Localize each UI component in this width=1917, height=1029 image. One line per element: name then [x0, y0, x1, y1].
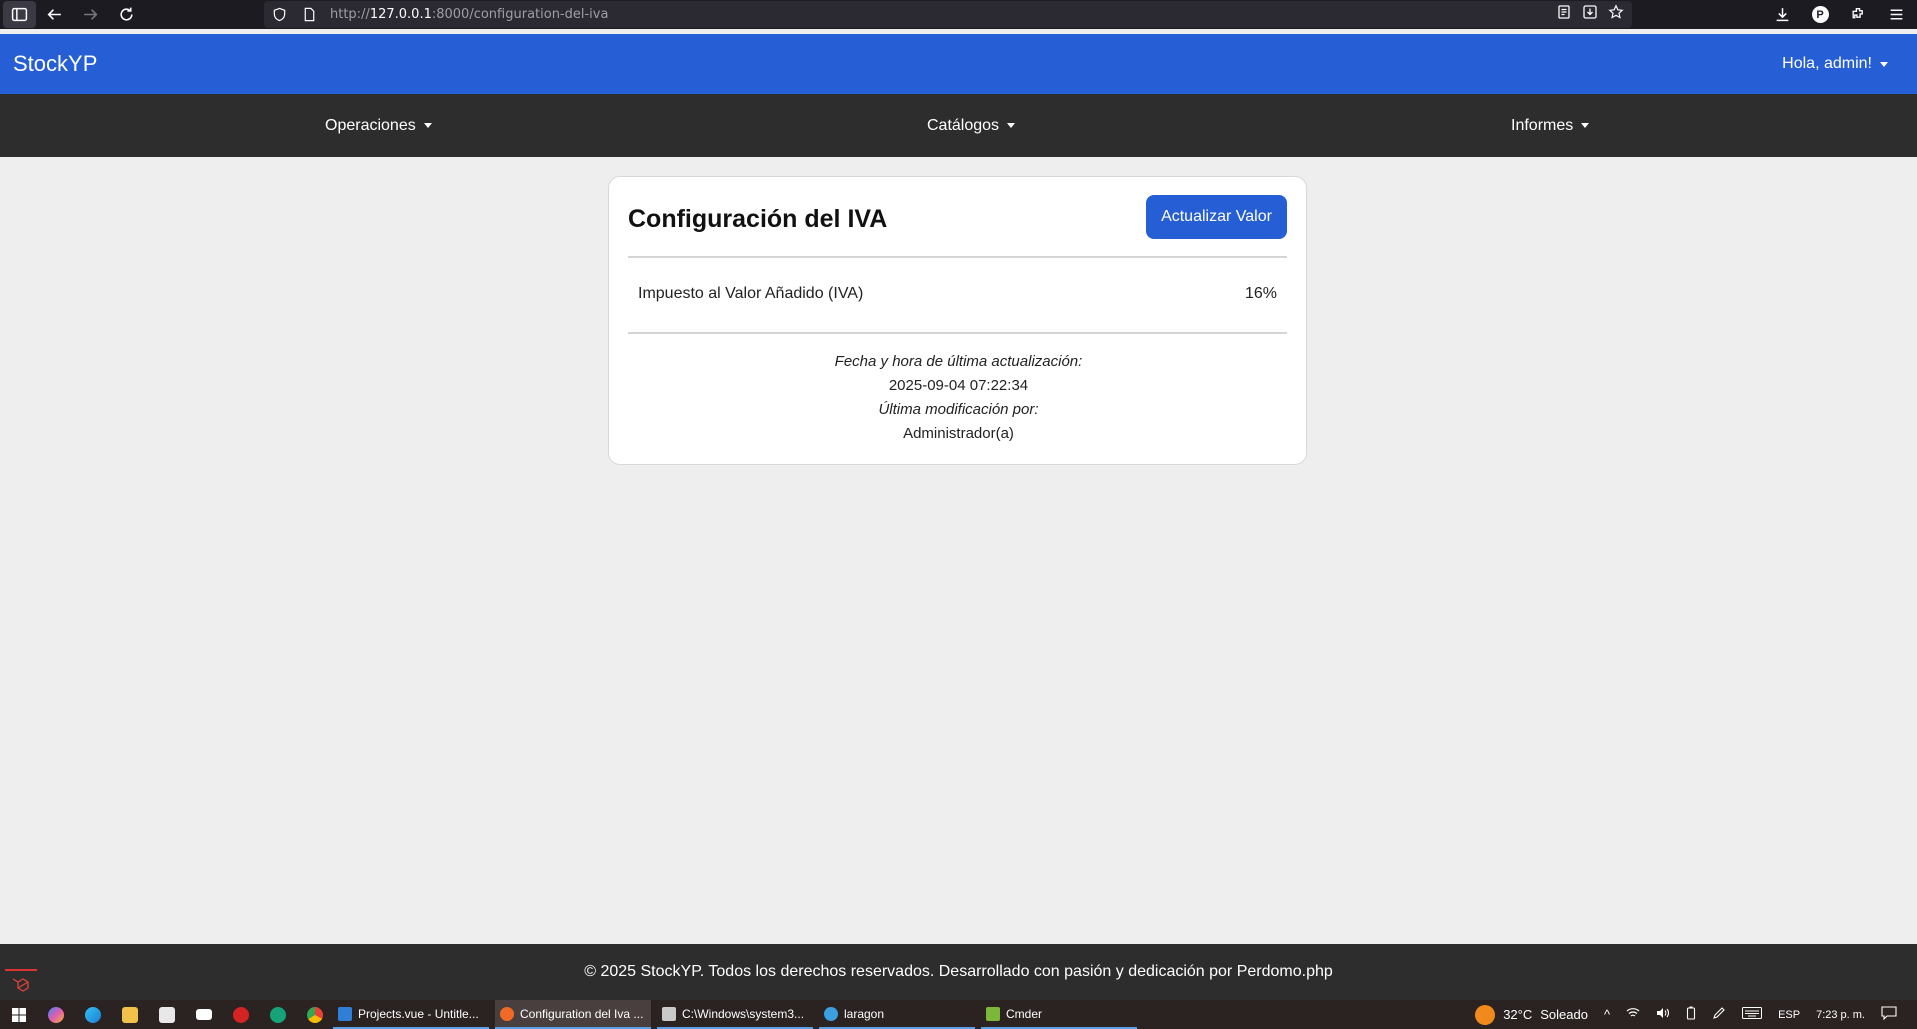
nav-catalogos-label: Catálogos: [927, 116, 1000, 134]
firefox-icon: [500, 1006, 514, 1021]
chrome-icon[interactable]: [296, 1000, 333, 1029]
volume-icon[interactable]: [1656, 1007, 1670, 1022]
downloads-icon[interactable]: [1767, 0, 1797, 29]
footer-text: © 2025 StockYP. Todos los derechos reser…: [584, 963, 1333, 980]
notifications-icon[interactable]: [1881, 1006, 1897, 1023]
taskbar-app-cmder[interactable]: Cmder: [981, 1000, 1137, 1029]
forward-icon[interactable]: [72, 0, 108, 29]
account-icon[interactable]: P: [1805, 0, 1835, 29]
taskbar-app-label: Configuration del Iva ...: [520, 1006, 644, 1021]
clock[interactable]: 7:23 p. m.: [1816, 1009, 1865, 1021]
top-navbar: StockYP Hola, admin!: [0, 34, 1917, 94]
taskbar-app-label: laragon: [844, 1006, 885, 1021]
updated-value: 2025-09-04 07:22:34: [888, 377, 1029, 394]
back-icon[interactable]: [36, 0, 72, 29]
caret-down-icon: [423, 123, 432, 128]
page-footer: © 2025 StockYP. Todos los derechos reser…: [0, 944, 1917, 1000]
mail-icon[interactable]: [185, 1000, 222, 1029]
taskbar-app-label: Cmder: [1006, 1006, 1043, 1021]
secondary-navbar: Operaciones Catálogos Informes: [0, 94, 1917, 157]
updated-label: Fecha y hora de última actualización:: [834, 353, 1083, 370]
language-indicator[interactable]: ESP: [1778, 1009, 1800, 1021]
file-explorer-icon[interactable]: [111, 1000, 148, 1029]
caret-down-icon: [1880, 61, 1888, 67]
sidebar-toggle-icon[interactable]: [3, 1, 36, 28]
green-app-icon[interactable]: [259, 1000, 296, 1029]
copilot-icon[interactable]: [37, 1000, 74, 1029]
profile-initial: P: [1811, 6, 1829, 23]
user-menu-dropdown[interactable]: Hola, admin!: [1782, 55, 1888, 73]
taskbar-app-firefox[interactable]: Configuration del Iva ...: [495, 1000, 651, 1029]
menu-icon[interactable]: [1881, 0, 1911, 29]
user-greeting: Hola, admin!: [1782, 55, 1872, 72]
page-icon: [294, 7, 324, 22]
nav-operaciones-label: Operaciones: [325, 116, 416, 134]
tax-label: Impuesto al Valor Añadido (IVA): [638, 285, 864, 302]
vscode-icon: [338, 1006, 352, 1021]
os-taskbar: Projects.vue - Untitle... Configuration …: [0, 1000, 1917, 1029]
weather-desc[interactable]: Soleado: [1540, 1007, 1588, 1022]
pen-icon[interactable]: [1712, 1006, 1726, 1023]
store-icon[interactable]: [148, 1000, 185, 1029]
brand-logo[interactable]: StockYP: [13, 51, 97, 77]
url-prefix: http://: [330, 7, 370, 22]
sun-weather-icon[interactable]: [1475, 1004, 1496, 1025]
reload-icon[interactable]: [108, 0, 144, 29]
save-to-pocket-icon[interactable]: [1582, 4, 1598, 25]
reader-view-icon[interactable]: [1556, 4, 1572, 25]
laragon-icon: [824, 1006, 838, 1021]
taskbar-app-laragon[interactable]: laragon: [819, 1000, 975, 1029]
taskbar-app-vscode[interactable]: Projects.vue - Untitle...: [333, 1000, 489, 1029]
modified-by-label: Última modificación por:: [878, 401, 1039, 418]
divider: [628, 332, 1287, 334]
edge-icon[interactable]: [74, 1000, 111, 1029]
cmder-icon: [986, 1006, 1000, 1021]
nav-operaciones-dropdown[interactable]: Operaciones: [325, 94, 432, 157]
caret-down-icon: [1581, 123, 1590, 128]
chevron-up-icon[interactable]: ^: [1604, 1007, 1610, 1022]
url-path: :8000/configuration-del-iva: [431, 7, 609, 22]
weather-temp[interactable]: 32°C: [1503, 1007, 1532, 1022]
laravel-logo-icon[interactable]: [5, 969, 37, 997]
shield-icon[interactable]: [264, 7, 294, 22]
taskbar-app-cmd[interactable]: C:\Windows\system3...: [657, 1000, 813, 1029]
keyboard-icon[interactable]: [1742, 1007, 1763, 1022]
system-tray: 32°C Soleado ^ ESP 7:23 p. m.: [1475, 1000, 1917, 1029]
url-host: 127.0.0.1: [369, 7, 432, 22]
iva-config-card: Configuración del IVA Actualizar Valor I…: [608, 176, 1307, 465]
record-app-icon[interactable]: [222, 1000, 259, 1029]
update-value-button[interactable]: Actualizar Valor: [1146, 195, 1287, 239]
caret-down-icon: [1007, 123, 1016, 128]
taskbar-app-label: C:\Windows\system3...: [682, 1006, 805, 1021]
tax-value: 16%: [1244, 285, 1277, 302]
divider: [628, 256, 1287, 258]
bookmark-star-icon[interactable]: [1608, 4, 1624, 25]
extensions-icon[interactable]: [1843, 0, 1873, 29]
modified-by-value: Administrador(a): [903, 425, 1014, 442]
nav-catalogos-dropdown[interactable]: Catálogos: [927, 94, 1016, 157]
nav-informes-label: Informes: [1511, 116, 1574, 134]
wifi-icon[interactable]: [1626, 1007, 1640, 1022]
battery-icon[interactable]: [1686, 1006, 1696, 1023]
taskbar-app-label: Projects.vue - Untitle...: [358, 1006, 479, 1021]
browser-toolbar: http://127.0.0.1:8000/configuration-del-…: [0, 0, 1917, 29]
address-bar[interactable]: http://127.0.0.1:8000/configuration-del-…: [264, 1, 1632, 28]
nav-informes-dropdown[interactable]: Informes: [1511, 94, 1590, 157]
card-title: Configuración del IVA: [628, 205, 888, 233]
url-text[interactable]: http://127.0.0.1:8000/configuration-del-…: [330, 7, 608, 22]
terminal-icon: [662, 1006, 676, 1021]
windows-start-icon[interactable]: [0, 1000, 37, 1029]
